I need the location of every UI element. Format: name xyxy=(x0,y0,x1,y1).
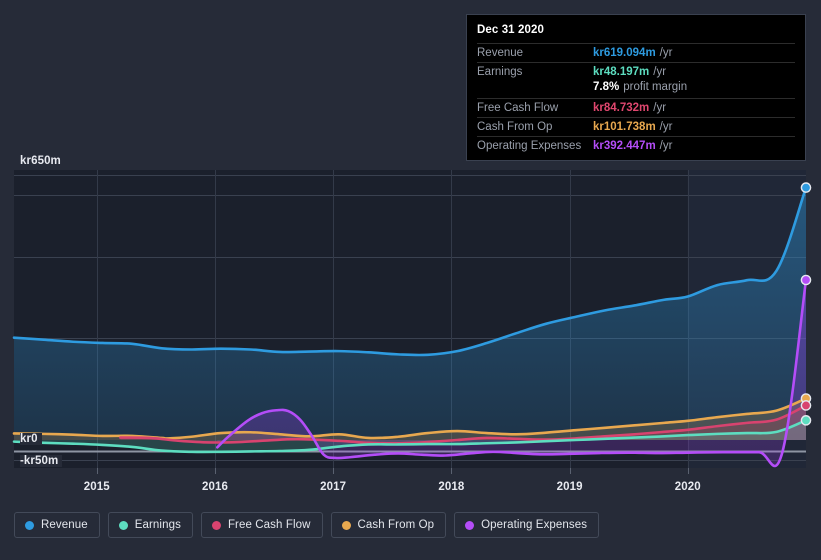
legend-item-label: Cash From Op xyxy=(358,519,435,531)
financial-chart-widget: kr650m kr0 -kr50m 2015 2016 2017 2018 2019 20… xyxy=(0,0,821,560)
legend-item-cash-from-op[interactable]: Cash From Op xyxy=(331,512,447,538)
y-axis-label-top: kr650m xyxy=(20,155,65,167)
tooltip-row: Cash From Opkr101.738m/yr xyxy=(477,117,795,136)
tooltip-row-label: Revenue xyxy=(477,47,593,59)
tooltip-row-unit: /yr xyxy=(653,102,666,114)
endpoint-marker-free-cash-flow xyxy=(801,401,810,410)
tooltip-row-value: kr392.447m xyxy=(593,140,656,152)
chart-legend[interactable]: Revenue Earnings Free Cash Flow Cash From O… xyxy=(14,512,599,538)
legend-item-label: Operating Expenses xyxy=(481,519,587,531)
endpoint-marker-earnings xyxy=(801,416,810,425)
x-axis-label-2020: 2020 xyxy=(675,481,701,493)
tooltip-rows: Revenuekr619.094m/yrEarningskr48.197m/yr… xyxy=(477,43,795,155)
x-axis-label-2015: 2015 xyxy=(84,481,110,493)
tooltip-profit-margin-label: profit margin xyxy=(623,81,687,93)
legend-item-label: Earnings xyxy=(135,519,181,531)
legend-color-dot-icon xyxy=(465,521,474,530)
x-axis-label-2018: 2018 xyxy=(438,481,464,493)
x-axis-label-2017: 2017 xyxy=(320,481,346,493)
tooltip-profit-margin-value: 7.8% xyxy=(593,81,619,93)
tooltip-row-value: kr84.732m xyxy=(593,102,649,114)
x-axis-label-2019: 2019 xyxy=(557,481,583,493)
tooltip-profit-margin-row: 7.8% profit margin xyxy=(477,81,795,98)
tooltip-row: Revenuekr619.094m/yr xyxy=(477,43,795,62)
legend-color-dot-icon xyxy=(342,521,351,530)
chart-tooltip: Dec 31 2020 Revenuekr619.094m/yrEarnings… xyxy=(466,14,806,161)
tooltip-row: Earningskr48.197m/yr xyxy=(477,62,795,81)
legend-item-free-cash-flow[interactable]: Free Cash Flow xyxy=(201,512,323,538)
legend-color-dot-icon xyxy=(119,521,128,530)
legend-color-dot-icon xyxy=(212,521,221,530)
tooltip-date: Dec 31 2020 xyxy=(477,23,795,43)
tooltip-row-unit: /yr xyxy=(660,121,673,133)
legend-color-dot-icon xyxy=(25,521,34,530)
tooltip-row: Free Cash Flowkr84.732m/yr xyxy=(477,98,795,117)
tooltip-row: Operating Expenseskr392.447m/yr xyxy=(477,136,795,155)
legend-item-revenue[interactable]: Revenue xyxy=(14,512,100,538)
tooltip-row-value: kr101.738m xyxy=(593,121,656,133)
tooltip-row-label: Free Cash Flow xyxy=(477,102,593,114)
y-axis-label-bottom: -kr50m xyxy=(20,455,62,467)
tooltip-row-unit: /yr xyxy=(660,47,673,59)
legend-item-earnings[interactable]: Earnings xyxy=(108,512,193,538)
tooltip-row-unit: /yr xyxy=(660,140,673,152)
x-axis-label-2016: 2016 xyxy=(202,481,228,493)
tooltip-row-label: Operating Expenses xyxy=(477,140,593,152)
legend-item-operating-expenses[interactable]: Operating Expenses xyxy=(454,512,599,538)
legend-item-label: Free Cash Flow xyxy=(228,519,311,531)
endpoint-marker-operating-expenses xyxy=(801,275,810,284)
tooltip-row-value: kr48.197m xyxy=(593,66,649,78)
y-axis-label-zero: kr0 xyxy=(20,433,42,445)
legend-item-label: Revenue xyxy=(41,519,88,531)
tooltip-row-unit: /yr xyxy=(653,66,666,78)
tooltip-row-label: Cash From Op xyxy=(477,121,593,133)
tooltip-row-value: kr619.094m xyxy=(593,47,656,59)
endpoint-marker-revenue xyxy=(801,183,810,192)
tooltip-row-label: Earnings xyxy=(477,66,593,78)
